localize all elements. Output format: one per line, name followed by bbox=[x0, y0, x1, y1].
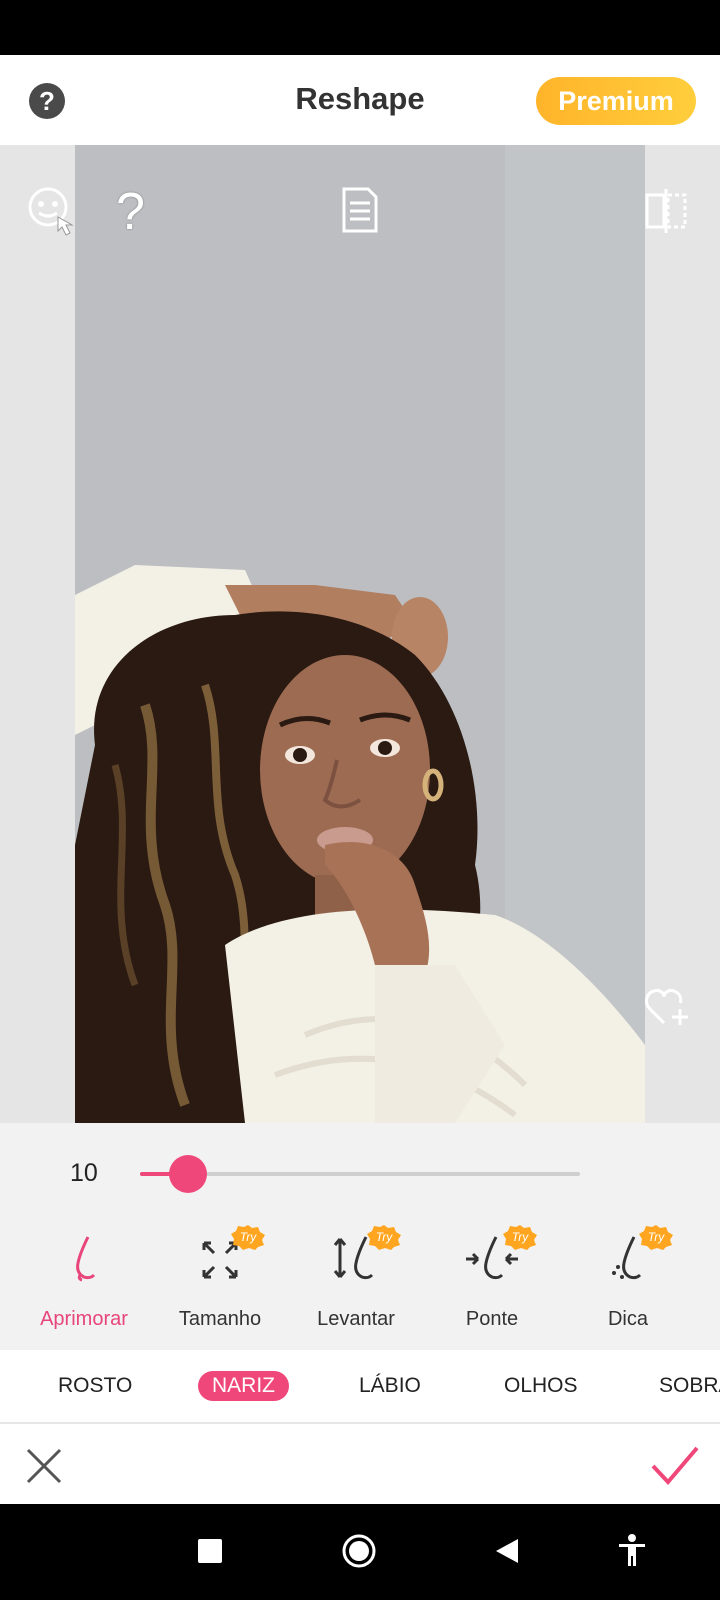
back-icon[interactable] bbox=[494, 1537, 520, 1565]
home-icon[interactable] bbox=[341, 1533, 377, 1569]
try-badge-label: Try bbox=[512, 1230, 529, 1244]
tab-olhos[interactable]: OLHOS bbox=[504, 1374, 578, 1398]
canvas-area: ? bbox=[0, 145, 720, 1123]
tab-rosto[interactable]: ROSTO bbox=[58, 1374, 132, 1398]
app-screen: ? Reshape Premium ? 10 Aprimorar Try Tam… bbox=[0, 0, 720, 1600]
help-outline-icon[interactable]: ? bbox=[116, 185, 145, 239]
tool-ponte[interactable]: Try Ponte bbox=[424, 1225, 560, 1338]
tab-labio[interactable]: LÁBIO bbox=[359, 1374, 421, 1398]
tool-label: Ponte bbox=[465, 1308, 519, 1330]
intensity-slider[interactable] bbox=[140, 1155, 580, 1193]
compare-icon[interactable] bbox=[644, 187, 688, 240]
checkmark-icon[interactable] bbox=[650, 1444, 700, 1488]
tool-list: Aprimorar Try Tamanho Try Levantar Try P… bbox=[0, 1225, 720, 1343]
try-badge: Try bbox=[367, 1225, 401, 1250]
face-touch-icon[interactable] bbox=[26, 185, 78, 242]
close-icon[interactable] bbox=[24, 1446, 64, 1486]
recents-icon[interactable] bbox=[197, 1538, 223, 1564]
portrait-illustration bbox=[75, 145, 645, 1123]
try-badge: Try bbox=[231, 1225, 265, 1250]
document-icon[interactable] bbox=[340, 187, 380, 238]
slider-thumb[interactable] bbox=[169, 1155, 207, 1193]
try-badge: Try bbox=[639, 1225, 673, 1250]
tool-tamanho[interactable]: Try Tamanho bbox=[152, 1225, 288, 1338]
accessibility-icon[interactable] bbox=[617, 1534, 647, 1568]
try-badge-label: Try bbox=[376, 1230, 393, 1244]
status-bar bbox=[0, 0, 720, 55]
tool-dica[interactable]: Try Dica bbox=[560, 1225, 696, 1338]
tool-aprimorar[interactable]: Aprimorar bbox=[16, 1233, 152, 1338]
tool-label: Levantar bbox=[317, 1308, 395, 1330]
favorite-add-icon[interactable] bbox=[644, 985, 692, 1034]
premium-button[interactable]: Premium bbox=[536, 77, 696, 125]
photo bbox=[75, 145, 645, 1123]
nose-enhance-icon bbox=[76, 1236, 96, 1282]
try-badge: Try bbox=[503, 1225, 537, 1250]
tool-label: Aprimorar bbox=[40, 1308, 128, 1330]
tab-sobra[interactable]: SOBRA bbox=[659, 1374, 720, 1398]
slider-value: 10 bbox=[70, 1159, 98, 1187]
tool-label: Tamanho bbox=[178, 1308, 262, 1330]
tab-nariz[interactable]: NARIZ bbox=[198, 1371, 289, 1401]
try-badge-label: Try bbox=[240, 1230, 257, 1244]
try-badge-label: Try bbox=[648, 1230, 665, 1244]
tool-label: Dica bbox=[607, 1308, 648, 1330]
tool-levantar[interactable]: Try Levantar bbox=[288, 1225, 424, 1338]
header: ? Reshape Premium bbox=[0, 55, 720, 145]
category-tabs: ROSTO NARIZ LÁBIO OLHOS SOBRA bbox=[0, 1350, 720, 1424]
system-nav-bar bbox=[0, 1504, 720, 1600]
bottom-actions bbox=[0, 1424, 720, 1504]
controls-panel: 10 Aprimorar Try Tamanho Try Levantar Tr… bbox=[0, 1123, 720, 1350]
help-button[interactable]: ? bbox=[29, 83, 65, 119]
